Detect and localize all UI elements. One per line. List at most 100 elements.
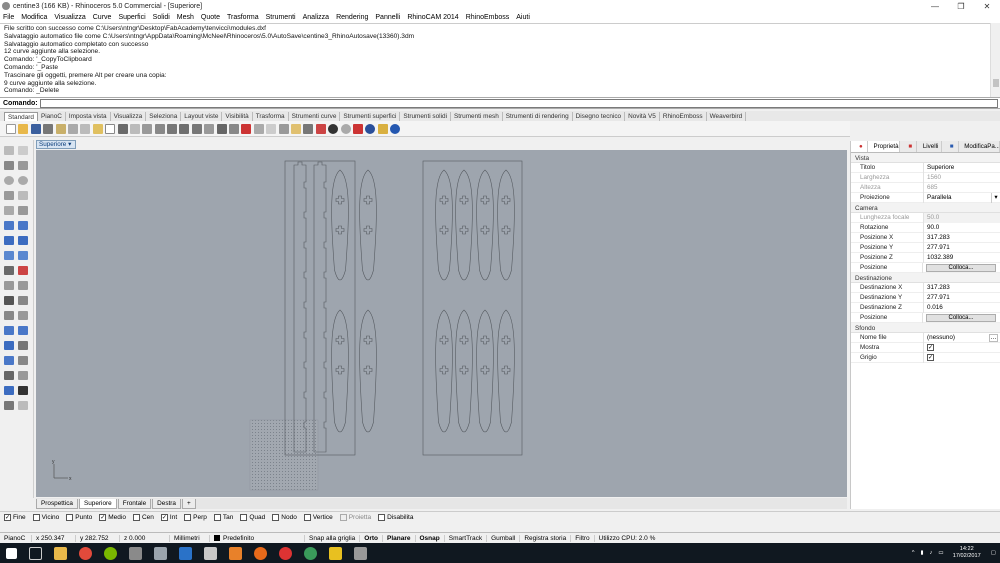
osnap-tan[interactable]: Tan <box>213 514 233 521</box>
camera-place-button[interactable]: Colloca... <box>926 263 996 272</box>
camera-z-field[interactable]: 1032.389 <box>923 252 1000 263</box>
zoom-window-icon[interactable] <box>179 123 190 134</box>
boolean-icon[interactable] <box>4 266 14 275</box>
ellipse-icon[interactable] <box>18 176 28 185</box>
grey-background-checkbox[interactable]: ✓ <box>927 353 934 361</box>
units-status[interactable]: Millimetri <box>170 534 210 542</box>
rhino-alt-icon[interactable] <box>154 546 167 560</box>
menu-strumenti[interactable]: Strumenti <box>266 14 296 21</box>
freeform-icon[interactable] <box>18 206 28 215</box>
history-scrollbar[interactable] <box>990 23 1000 97</box>
rotate-view-icon[interactable] <box>154 123 165 134</box>
tab-seleziona[interactable]: Seleziona <box>146 112 182 121</box>
cut-icon[interactable] <box>67 123 78 134</box>
top-viewport[interactable]: y x <box>36 150 847 497</box>
tab-strumenti-solidi[interactable]: Strumenti solidi <box>400 112 451 121</box>
render-tool-icon[interactable] <box>4 401 14 410</box>
menu-mesh[interactable]: Mesh <box>177 14 194 21</box>
osnap-fine[interactable]: ✓ Fine <box>4 514 26 521</box>
select-icon[interactable] <box>129 123 140 134</box>
sphere-icon[interactable] <box>18 236 28 245</box>
tab-visibilita[interactable]: Visibilità <box>222 112 253 121</box>
osnap-disabilita[interactable]: Disabilita <box>378 514 413 521</box>
check-icon[interactable] <box>18 386 28 395</box>
maximize-button[interactable]: ❐ <box>948 2 974 11</box>
menu-modifica[interactable]: Modifica <box>21 14 47 21</box>
box-icon[interactable] <box>4 236 14 245</box>
browse-button[interactable]: … <box>989 333 998 342</box>
print-icon[interactable] <box>43 123 54 134</box>
firefox-icon[interactable] <box>254 546 267 560</box>
title-field[interactable]: Superiore <box>923 162 1000 173</box>
rotation-field[interactable]: 90.0 <box>923 222 1000 233</box>
menu-rhinocam[interactable]: RhinoCAM 2014 <box>407 14 458 21</box>
cylinder-icon[interactable] <box>4 251 14 260</box>
osnap-nodo[interactable]: Nodo <box>272 514 297 521</box>
tab-livelli[interactable]: ■ Livelli <box>900 141 942 152</box>
red-app-icon[interactable] <box>279 546 292 560</box>
osnap-medio[interactable]: ✓ Medio <box>99 514 126 521</box>
light-icon[interactable] <box>290 123 301 134</box>
menu-file[interactable]: File <box>3 14 14 21</box>
curve-icon[interactable] <box>18 161 28 170</box>
shade-icon[interactable] <box>266 123 277 134</box>
circle-icon[interactable] <box>4 176 14 185</box>
yellow-app-icon[interactable] <box>329 546 342 560</box>
menu-trasforma[interactable]: Trasforma <box>227 14 259 21</box>
osnap-perp[interactable]: Perp <box>184 514 207 521</box>
clock[interactable]: 14:22 17/02/2017 <box>953 546 981 560</box>
explode-icon[interactable] <box>18 296 28 305</box>
menu-curve[interactable]: Curve <box>93 14 112 21</box>
gumball-toggle[interactable]: Gumball <box>487 534 521 542</box>
split-icon[interactable] <box>18 281 28 290</box>
checkbox[interactable] <box>184 514 192 521</box>
tab-strumenti-rendering[interactable]: Strumenti di rendering <box>503 112 573 121</box>
scrollbar-thumb[interactable] <box>993 79 999 87</box>
tab-layout-viste[interactable]: Layout viste <box>181 112 223 121</box>
text-icon[interactable] <box>18 356 28 365</box>
calculator-icon[interactable] <box>204 546 217 560</box>
target-place-button[interactable]: Colloca... <box>926 313 996 322</box>
menu-pannelli[interactable]: Pannelli <box>375 14 400 21</box>
windows-start-icon[interactable] <box>6 547 17 559</box>
tab-imposta-vista[interactable]: Imposta vista <box>66 112 111 121</box>
command-input[interactable] <box>39 98 998 108</box>
import-icon[interactable] <box>55 123 66 134</box>
task-view-icon[interactable] <box>29 546 42 560</box>
history-toggle[interactable]: Registra storia <box>520 534 572 542</box>
page-icon[interactable] <box>105 123 116 134</box>
undo-view-icon[interactable] <box>216 123 227 134</box>
help-icon[interactable] <box>390 123 401 134</box>
layer-icon[interactable] <box>303 123 314 134</box>
checkbox[interactable] <box>339 514 347 521</box>
checkbox[interactable] <box>66 514 74 521</box>
osnap-int[interactable]: ✓ Int <box>160 514 177 521</box>
menu-rendering[interactable]: Rendering <box>336 14 368 21</box>
tab-disegno-tecnico[interactable]: Disegno tecnico <box>573 112 626 121</box>
point-icon[interactable] <box>18 146 28 155</box>
extrude-icon[interactable] <box>18 221 28 230</box>
checkbox[interactable]: ✓ <box>160 514 168 521</box>
menu-visualizza[interactable]: Visualizza <box>54 14 85 21</box>
vlc-icon[interactable] <box>229 546 242 560</box>
undo-icon[interactable] <box>117 123 128 134</box>
osnap-vicino[interactable]: Vicino <box>32 514 59 521</box>
osnap-quad[interactable]: Quad <box>240 514 265 521</box>
material-sphere-icon[interactable] <box>328 123 339 134</box>
open-folder-icon[interactable] <box>18 123 29 134</box>
viewport-tab-frontale[interactable]: Frontale <box>117 498 152 509</box>
camera-y-field[interactable]: 277.971 <box>923 242 1000 253</box>
download-icon[interactable] <box>354 546 367 560</box>
tab-novita-v5[interactable]: Novità V5 <box>625 112 660 121</box>
tab-modificapannello[interactable]: ■ ModificaPa... <box>942 141 1000 152</box>
scale-icon[interactable] <box>18 326 28 335</box>
select-arrow-icon[interactable] <box>4 146 14 155</box>
copy-object-icon[interactable] <box>18 311 28 320</box>
surface-icon[interactable] <box>4 221 14 230</box>
tab-standard[interactable]: Standard <box>4 112 38 121</box>
osnap-cen[interactable]: Cen <box>132 514 154 521</box>
green-app-icon[interactable] <box>104 546 117 560</box>
globe-icon[interactable] <box>365 123 376 134</box>
render-icon[interactable] <box>278 123 289 134</box>
checkbox[interactable] <box>272 514 280 521</box>
